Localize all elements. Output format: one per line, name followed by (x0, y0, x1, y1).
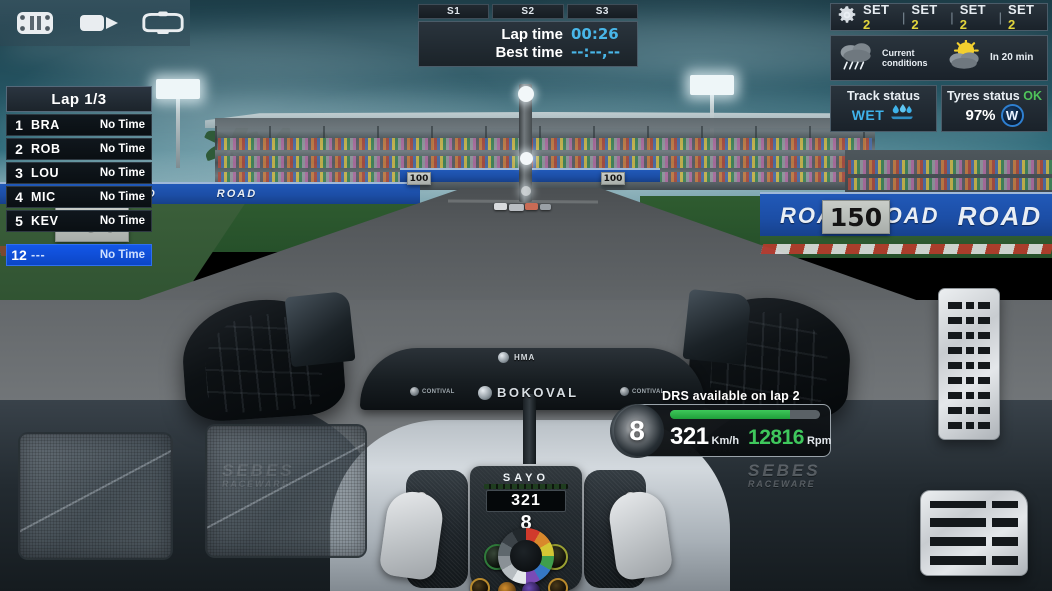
best-time-row: Best time --:--,-- (427, 43, 629, 61)
row-time: No Time (99, 215, 145, 227)
forecast-label: In 20 min (990, 52, 1034, 64)
leaderboard-row: 1 BRA No Time (6, 114, 152, 136)
row-position: 1 (15, 117, 23, 133)
row-driver: ROB (31, 142, 61, 156)
rev-bar-fill (670, 410, 790, 419)
track-status-value: WET (851, 106, 885, 123)
hud-button-bar (0, 0, 190, 46)
best-time-label: Best time (495, 44, 563, 61)
sun-cloud-icon (945, 38, 985, 77)
row-time: No Time (99, 167, 145, 179)
tyres-status-state: OK (1023, 89, 1042, 103)
tyre-set-3: SET 2 (959, 2, 986, 32)
speedometer-panel: 8 321 Km/h 12816 Rpm (610, 404, 831, 458)
lap-time-value: 00:26 (571, 25, 619, 43)
leaderboard-row: 2 ROB No Time (6, 138, 152, 160)
row-position: 3 (15, 165, 23, 181)
gear-icon (837, 5, 857, 30)
status-panel: SET 2 | SET 2 | SET 2 | SET 2 Current co… (830, 2, 1048, 132)
rpm-unit: Rpm (806, 435, 832, 447)
lap-time-row: Lap time 00:26 (427, 25, 629, 43)
wet-compound-badge: W (1000, 104, 1024, 127)
tyres-status-title: Tyres status OK (947, 89, 1042, 103)
row-driver: LOU (31, 166, 60, 180)
track-status-box: Track status WET (830, 85, 937, 132)
rpm-value: 12816 (748, 426, 804, 449)
rev-bar (670, 410, 820, 419)
tyre-set-1: SET 2 (863, 2, 890, 32)
lap-counter: Lap 1/3 (6, 86, 152, 112)
set-separator: | (950, 9, 954, 25)
player-driver: --- (31, 248, 46, 262)
tyres-status-box: Tyres status OK 97% W (941, 85, 1048, 132)
lap-timing-panel: S1 S2 S3 Lap time 00:26 Best time --:--,… (418, 4, 638, 67)
row-time: No Time (99, 143, 145, 155)
row-time: No Time (99, 191, 145, 203)
time-values: Lap time 00:26 Best time --:--,-- (418, 21, 638, 67)
row-position: 2 (15, 141, 23, 157)
speed-readout: 321 Km/h 12816 Rpm (670, 423, 831, 451)
player-position: 12 (11, 247, 27, 263)
sector-row: S1 S2 S3 (418, 4, 638, 19)
tyres-wear-value: 97% (965, 107, 996, 124)
sector-2: S2 (492, 4, 564, 19)
pause-button[interactable] (12, 8, 58, 38)
forecast-conditions: In 20 min (939, 38, 1047, 77)
speed-unit: Km/h (711, 435, 740, 447)
current-conditions: Current conditions (831, 39, 939, 78)
row-driver: MIC (31, 190, 56, 204)
leaderboard: Lap 1/3 1 BRA No Time 2 ROB No Time 3 LO… (6, 86, 152, 266)
tyre-set-2: SET 2 (911, 2, 938, 32)
hud-overlay: Lap 1/3 1 BRA No Time 2 ROB No Time 3 LO… (0, 0, 1052, 591)
speed-value: 321 (670, 423, 709, 450)
track-status-title: Track status (847, 89, 920, 103)
sector-3: S3 (566, 4, 638, 19)
leaderboard-row: 4 MIC No Time (6, 186, 152, 208)
rearview-mirror-button[interactable] (140, 8, 186, 38)
set-separator: | (998, 9, 1003, 25)
leaderboard-row-player: 12 --- No Time (6, 244, 152, 266)
game-screen: ROAD ROAD ROAD ROAD ROAD ROAD 150 150 10… (0, 0, 1052, 591)
water-drops-icon (889, 104, 915, 125)
row-position: 4 (15, 189, 23, 205)
lap-time-label: Lap time (501, 26, 563, 43)
rain-cloud-icon (837, 39, 877, 78)
tyres-wear-row: 97% W (947, 104, 1042, 127)
drs-message: DRS available on lap 2 (662, 389, 800, 403)
leaderboard-row: 5 KEV No Time (6, 210, 152, 232)
camera-button[interactable] (76, 8, 122, 38)
weather-panel: Current conditions In 20 min (830, 35, 1048, 81)
player-time: No Time (99, 249, 145, 261)
tyre-sets-bar: SET 2 | SET 2 | SET 2 | SET 2 (830, 2, 1048, 32)
best-time-value: --:--,-- (571, 43, 621, 61)
track-status-value-row: WET (836, 104, 931, 125)
sector-1: S1 (418, 4, 490, 19)
set-separator: | (901, 9, 906, 25)
current-conditions-label: Current conditions (882, 47, 928, 68)
status-row: Track status WET Tyres status OK 97% W (830, 85, 1048, 132)
row-driver: KEV (31, 214, 59, 228)
tyre-set-4: SET 2 (1008, 2, 1035, 32)
row-time: No Time (99, 119, 145, 131)
gear-indicator: 8 (610, 404, 664, 458)
leaderboard-row: 3 LOU No Time (6, 162, 152, 184)
row-driver: BRA (31, 118, 60, 132)
row-position: 5 (15, 213, 23, 229)
